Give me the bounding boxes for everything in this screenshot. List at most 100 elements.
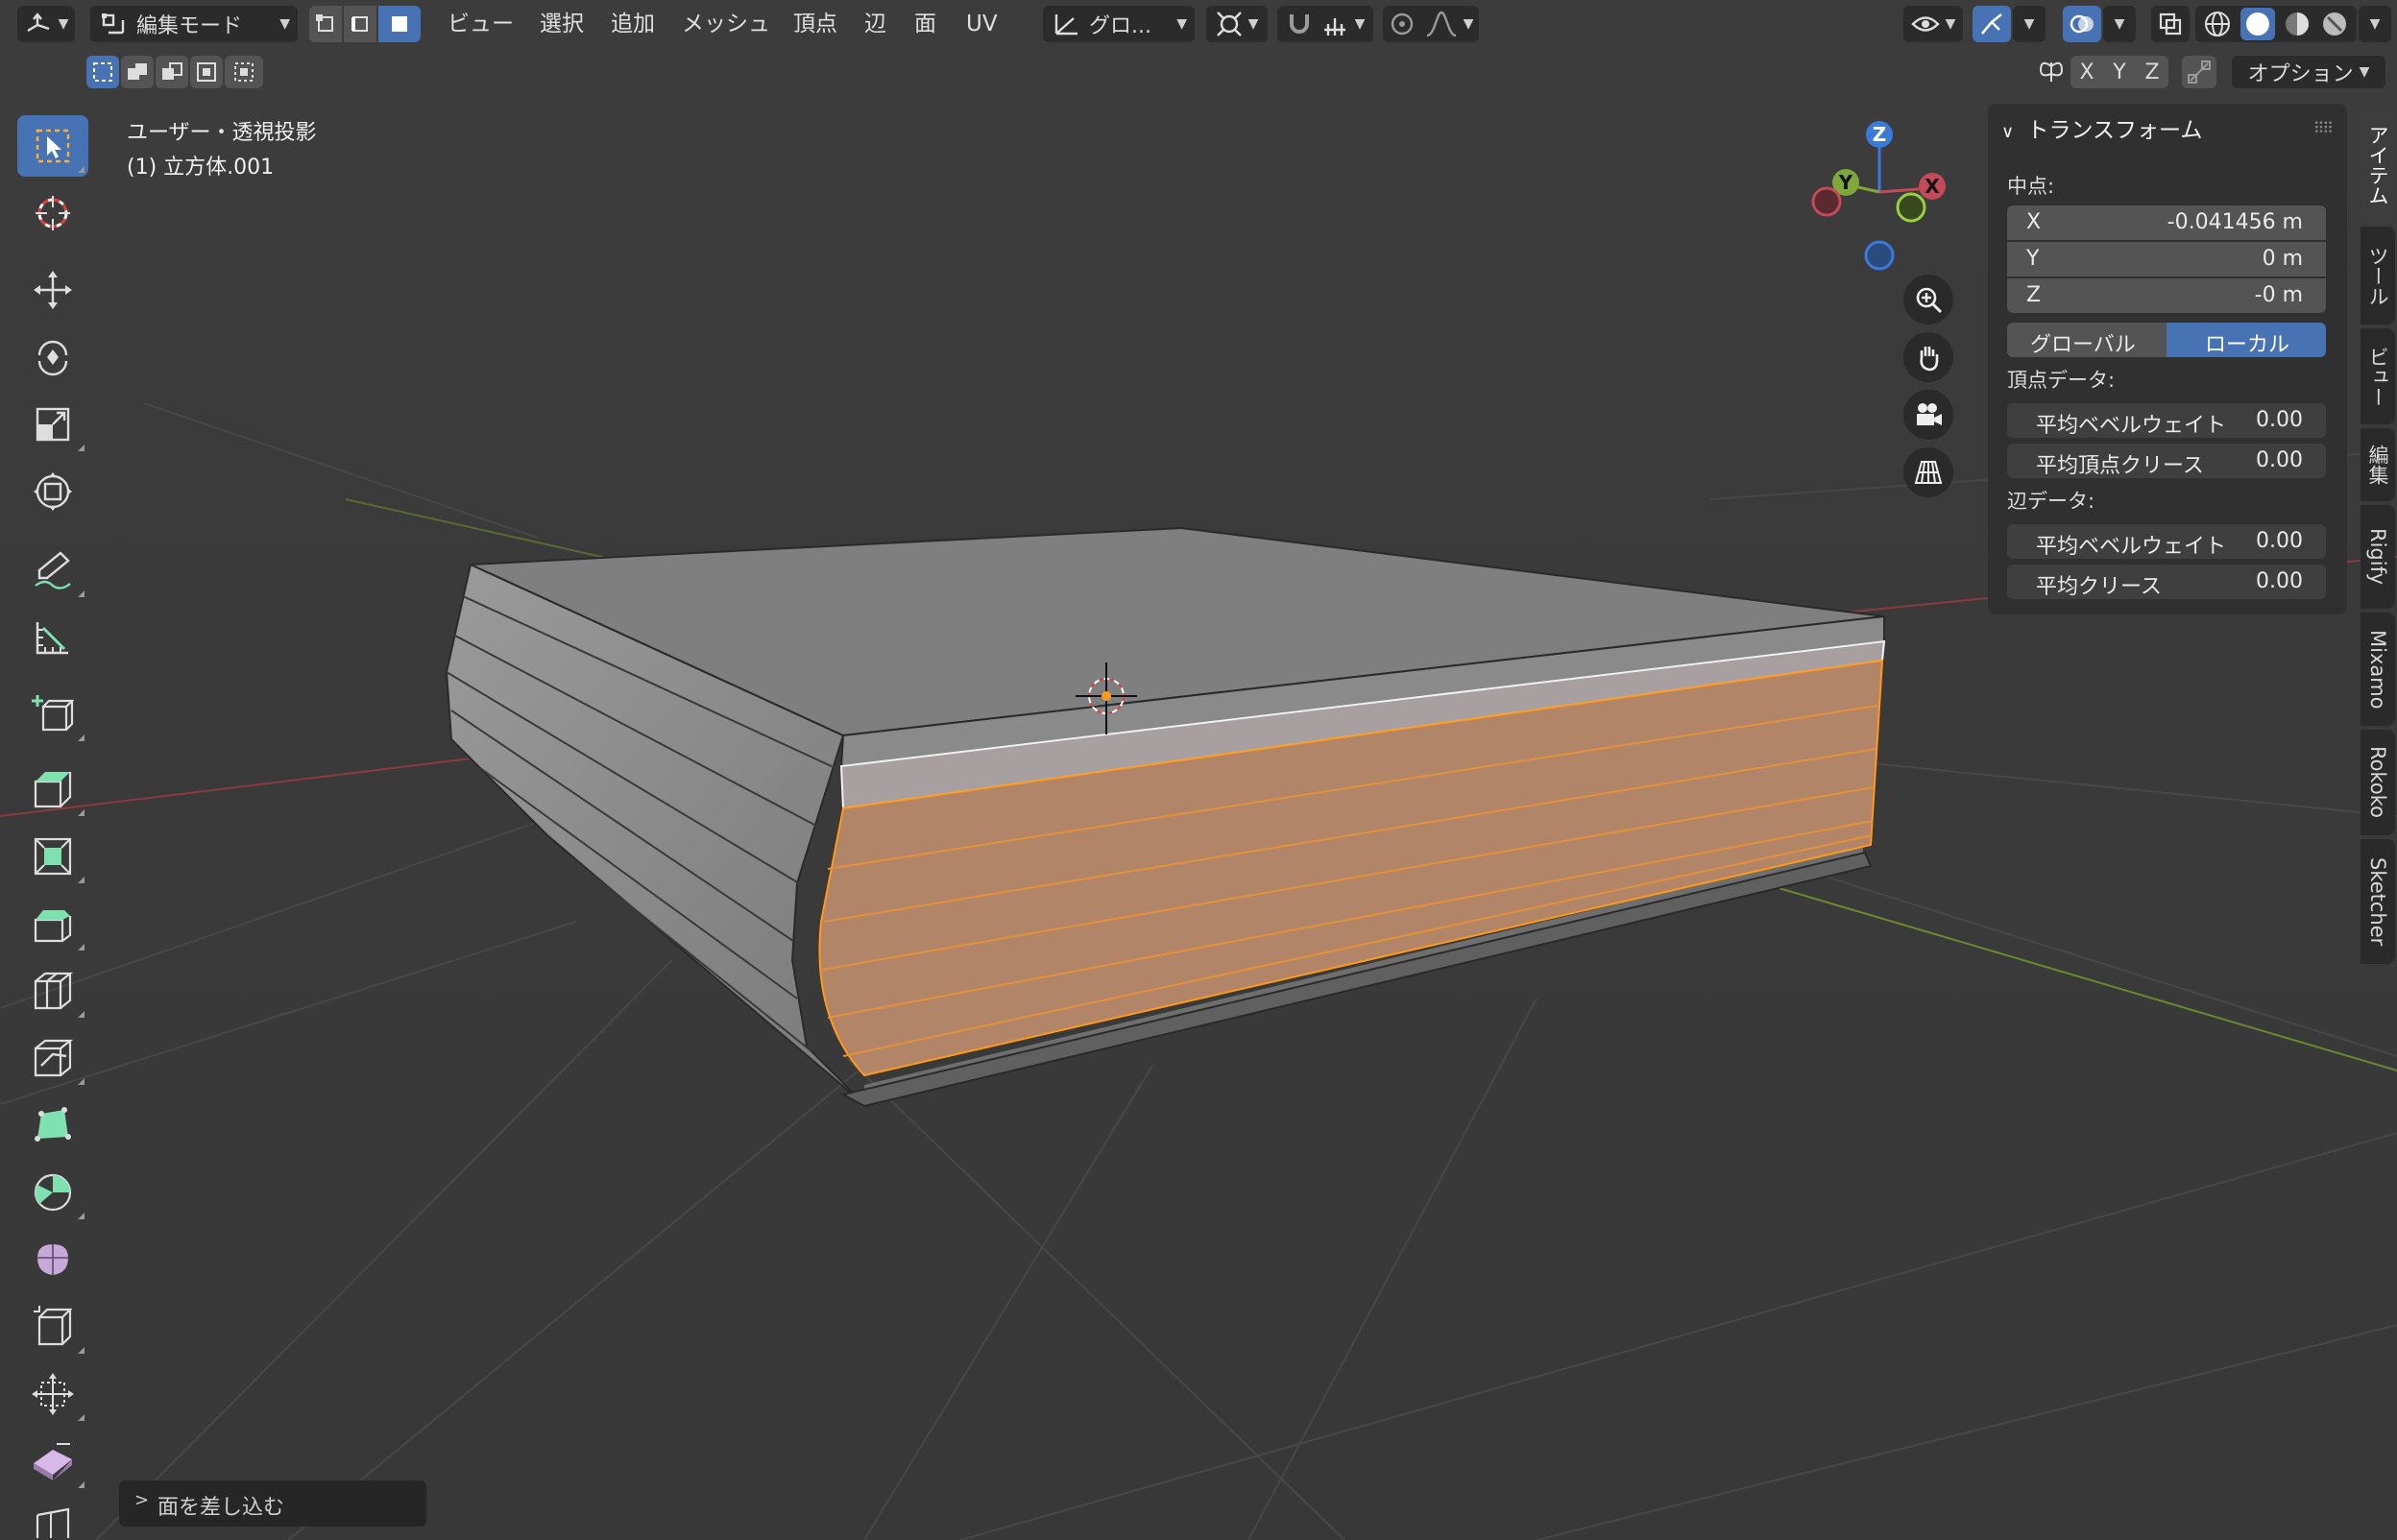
tool-shrink-fatten[interactable] bbox=[17, 1363, 88, 1425]
tool-annotate[interactable] bbox=[17, 540, 88, 601]
rendered-shading-icon[interactable] bbox=[2320, 10, 2349, 38]
edge-slide-icon bbox=[34, 1306, 73, 1346]
tool-smooth[interactable] bbox=[17, 1229, 88, 1290]
select-invert-button[interactable] bbox=[190, 56, 223, 88]
wireframe-shading-icon[interactable] bbox=[2203, 10, 2232, 38]
gizmo-toggle[interactable] bbox=[1973, 6, 2011, 42]
tool-spin[interactable] bbox=[17, 1162, 88, 1223]
menu-uv[interactable]: UV bbox=[966, 8, 998, 40]
tool-knife[interactable] bbox=[17, 1027, 88, 1089]
gizmo-neg-z[interactable] bbox=[1864, 240, 1895, 271]
tool-bevel[interactable] bbox=[17, 893, 88, 954]
tool-loop-cut[interactable] bbox=[17, 960, 88, 1022]
select-subtract-button[interactable] bbox=[156, 56, 188, 88]
mirror-y-toggle[interactable]: Y bbox=[2103, 56, 2136, 88]
perspective-toggle-button[interactable] bbox=[1903, 447, 1953, 497]
pivot-point-dropdown[interactable]: ▼ bbox=[1206, 6, 1268, 42]
options-dropdown[interactable]: オプション ▼ bbox=[2232, 56, 2385, 88]
gizmo-x-label: X bbox=[1925, 175, 1940, 198]
tab-view[interactable]: ビュー bbox=[2361, 328, 2395, 424]
tab-rokoko[interactable]: Rokoko bbox=[2361, 730, 2395, 835]
pan-button[interactable] bbox=[1903, 332, 1953, 382]
xray-icon bbox=[2159, 12, 2182, 36]
navigation-gizmo[interactable]: Z Y X bbox=[1796, 113, 1949, 277]
tab-mixamo[interactable]: Mixamo bbox=[2361, 613, 2395, 726]
vertex-select-button[interactable] bbox=[309, 6, 342, 42]
menu-mesh[interactable]: メッシュ bbox=[682, 8, 770, 40]
tab-sketcher[interactable]: Sketcher bbox=[2361, 839, 2395, 964]
tool-extrude[interactable] bbox=[17, 758, 88, 820]
tab-edit[interactable]: 編集 bbox=[2361, 428, 2395, 501]
tool-shear[interactable] bbox=[17, 1431, 88, 1492]
median-z-field[interactable]: Z -0 m bbox=[2007, 278, 2326, 313]
shading-modes[interactable] bbox=[2195, 6, 2357, 42]
median-x-value: -0.041456 m bbox=[2167, 210, 2303, 234]
select-invert-icon bbox=[197, 62, 216, 82]
visibility-dropdown[interactable]: ▼ bbox=[1903, 6, 1963, 42]
editor-type-button[interactable]: ▼ bbox=[17, 6, 75, 42]
transform-orientation-dropdown[interactable]: グロ... ▼ bbox=[1043, 6, 1195, 42]
gizmo-neg-y[interactable] bbox=[1896, 192, 1926, 223]
tool-transform[interactable] bbox=[17, 461, 88, 522]
overlay-toggle[interactable] bbox=[2063, 6, 2101, 42]
menu-view[interactable]: ビュー bbox=[448, 8, 514, 40]
gizmo-neg-x[interactable] bbox=[1811, 186, 1842, 217]
tool-cursor[interactable] bbox=[17, 182, 88, 244]
menu-add[interactable]: 追加 bbox=[611, 8, 655, 40]
select-new-button[interactable] bbox=[86, 56, 119, 88]
face-select-button[interactable] bbox=[378, 6, 421, 42]
median-label: 中点: bbox=[2007, 175, 2055, 198]
mirror-x-toggle[interactable]: X bbox=[2070, 56, 2103, 88]
material-shading-icon[interactable] bbox=[2283, 10, 2312, 38]
edge-bevel-weight-field[interactable]: 平均ベベルウェイト 0.00 bbox=[2007, 524, 2326, 559]
edit-mode-icon bbox=[102, 13, 125, 35]
tool-scale[interactable] bbox=[17, 394, 88, 455]
tool-poly-build[interactable] bbox=[17, 1095, 88, 1156]
last-operator-panel[interactable]: > 面を差し込む bbox=[119, 1480, 426, 1527]
tool-inset[interactable] bbox=[17, 826, 88, 887]
tool-add-cube[interactable] bbox=[17, 684, 88, 745]
tool-move[interactable] bbox=[17, 259, 88, 321]
mirror-button[interactable] bbox=[2032, 56, 2070, 88]
mode-dropdown[interactable]: 編集モード ▼ bbox=[90, 6, 298, 42]
tab-item[interactable]: アイテム bbox=[2361, 108, 2395, 223]
median-x-field[interactable]: X -0.041456 m bbox=[2007, 205, 2326, 240]
tool-rip[interactable] bbox=[17, 1498, 88, 1540]
global-toggle[interactable]: グローバル bbox=[2007, 323, 2167, 357]
vertex-crease-field[interactable]: 平均頂点クリース 0.00 bbox=[2007, 444, 2326, 478]
local-toggle[interactable]: ローカル bbox=[2167, 323, 2326, 357]
knife-icon bbox=[34, 1039, 74, 1077]
gizmo-dropdown[interactable]: ▼ bbox=[2013, 6, 2046, 42]
median-y-field[interactable]: Y 0 m bbox=[2007, 242, 2326, 277]
menu-face[interactable]: 面 bbox=[914, 8, 936, 40]
select-extend-button[interactable] bbox=[121, 56, 154, 88]
tool-select-box[interactable] bbox=[17, 115, 88, 177]
shading-dropdown[interactable]: ▼ bbox=[2359, 6, 2391, 42]
3d-viewport-icon bbox=[26, 12, 49, 33]
mirror-z-toggle[interactable]: Z bbox=[2136, 56, 2168, 88]
menu-select[interactable]: 選択 bbox=[540, 8, 584, 40]
drag-handle-icon[interactable]: ⠿⠿ bbox=[2313, 119, 2334, 137]
snap-controls[interactable]: ▼ bbox=[1277, 6, 1373, 42]
camera-view-button[interactable] bbox=[1903, 390, 1953, 440]
auto-merge-button[interactable] bbox=[2182, 56, 2216, 88]
solid-shading-icon[interactable] bbox=[2240, 8, 2275, 40]
edge-select-button[interactable] bbox=[344, 6, 376, 42]
magnet-icon bbox=[1289, 14, 1309, 34]
zoom-button[interactable] bbox=[1903, 275, 1953, 325]
menu-edge[interactable]: 辺 bbox=[864, 8, 886, 40]
tool-measure[interactable] bbox=[17, 607, 88, 668]
vertex-select-icon bbox=[316, 14, 333, 32]
tab-tool[interactable]: ツール bbox=[2361, 227, 2395, 325]
tool-edge-slide[interactable] bbox=[17, 1296, 88, 1358]
proportional-edit[interactable]: ▼ bbox=[1383, 6, 1479, 42]
edge-crease-field[interactable]: 平均クリース 0.00 bbox=[2007, 565, 2326, 599]
vertex-bevel-weight-field[interactable]: 平均ベベルウェイト 0.00 bbox=[2007, 403, 2326, 438]
tab-rigify[interactable]: Rigify bbox=[2361, 505, 2395, 609]
xray-toggle[interactable] bbox=[2151, 6, 2190, 42]
transform-panel-header[interactable]: ∨ トランスフォーム bbox=[2001, 111, 2202, 144]
menu-vertex[interactable]: 頂点 bbox=[793, 8, 837, 40]
tool-rotate[interactable] bbox=[17, 326, 88, 388]
overlay-dropdown[interactable]: ▼ bbox=[2103, 6, 2136, 42]
select-intersect-button[interactable] bbox=[225, 56, 263, 88]
